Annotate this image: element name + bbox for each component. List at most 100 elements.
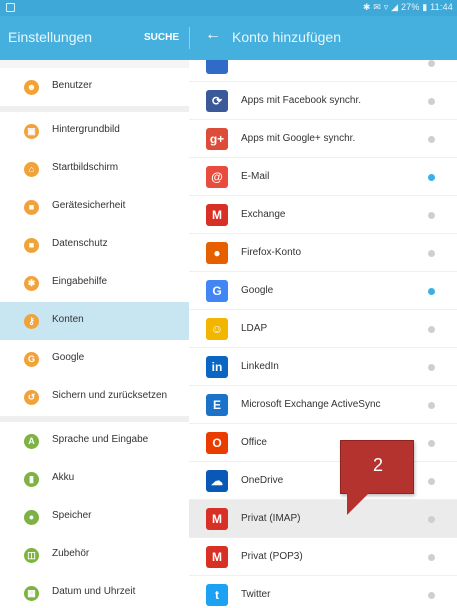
sidebar-item-akku[interactable]: ▮ Akku	[0, 460, 189, 498]
list-item-exchange[interactable]: M Exchange	[189, 196, 457, 234]
cloud-icon: ☁	[206, 470, 228, 492]
list-item-privat-imap[interactable]: M Privat (IMAP)	[189, 500, 457, 538]
sidebar-item-hintergrundbild[interactable]: ▣ Hintergrundbild	[0, 112, 189, 150]
facebook-sync-icon: ⟳	[206, 90, 228, 112]
status-dot	[428, 440, 435, 447]
sidebar-item-label: Datenschutz	[52, 238, 108, 249]
status-dot	[428, 402, 435, 409]
status-bar: ✱ ✉ ▿ ◢ 27% ▮ 11:44	[0, 0, 457, 16]
sidebar-item-speicher[interactable]: ● Speicher	[0, 498, 189, 536]
user-icon: ☻	[24, 80, 39, 95]
list-item-label: Microsoft Exchange ActiveSync	[241, 399, 381, 410]
status-dot	[428, 60, 435, 67]
list-item-googleplus[interactable]: g+ Apps mit Google+ synchr.	[189, 120, 457, 158]
screenshot-icon	[6, 3, 15, 12]
status-dot	[428, 326, 435, 333]
home-icon: ⌂	[24, 162, 39, 177]
battery-icon: ▮	[24, 472, 39, 487]
list-item-activesync[interactable]: E Microsoft Exchange ActiveSync	[189, 386, 457, 424]
google-icon: G	[206, 280, 228, 302]
sidebar-item-label: Zubehör	[52, 548, 90, 559]
lock-icon: ■	[24, 200, 39, 215]
language-icon: A	[24, 434, 39, 449]
detail-title: Konto hinzufügen	[232, 29, 341, 45]
step-number: 2	[372, 455, 383, 475]
twitter-icon: t	[206, 584, 228, 606]
list-item-label: Privat (POP3)	[241, 551, 303, 562]
list-item-linkedin[interactable]: in LinkedIn	[189, 348, 457, 386]
firefox-icon: ●	[206, 242, 228, 264]
gmail-icon: M	[206, 508, 228, 530]
list-item-onedrive[interactable]: ☁ OneDrive	[189, 462, 457, 500]
sidebar-item-google[interactable]: G Google	[0, 340, 189, 378]
googleplus-icon: g+	[206, 128, 228, 150]
status-dot	[428, 212, 435, 219]
sidebar-item-sichern[interactable]: ↺ Sichern und zurücksetzen	[0, 378, 189, 416]
exchange-activesync-icon: E	[206, 394, 228, 416]
sidebar-item-zubehor[interactable]: ◫ Zubehör	[0, 536, 189, 574]
sidebar-item-sprache[interactable]: A Sprache und Eingabe	[0, 422, 189, 460]
app-bar: Einstellungen SUCHE ← Konto hinzufügen	[0, 16, 457, 60]
accessibility-icon: ✱	[24, 276, 39, 291]
storage-icon: ●	[24, 510, 39, 525]
gmail-icon: M	[206, 546, 228, 568]
settings-list: ☻ Benutzer ▣ Hintergrundbild ⌂ Startbild…	[0, 60, 189, 608]
status-indicators: ✱ ✉ ▿ ◢ 27% ▮ 11:44	[362, 2, 453, 12]
status-dot	[428, 250, 435, 257]
list-item-privat-pop3[interactable]: M Privat (POP3)	[189, 538, 457, 576]
list-item-label: Google	[241, 285, 274, 296]
list-item-label: Privat (IMAP)	[241, 513, 301, 524]
sidebar-item-startbildschirm[interactable]: ⌂ Startbildschirm	[0, 150, 189, 188]
status-dot	[428, 516, 435, 523]
callout-pointer	[347, 493, 369, 515]
sidebar-item-geratesicherheit[interactable]: ■ Gerätesicherheit	[0, 188, 189, 226]
key-icon: ⚷	[24, 314, 39, 329]
list-item-firefox[interactable]: ● Firefox-Konto	[189, 234, 457, 272]
list-item-label: Twitter	[241, 589, 271, 600]
status-dot	[428, 592, 435, 599]
sidebar-item-datenschutz[interactable]: ■ Datenschutz	[0, 226, 189, 264]
list-item-google[interactable]: G Google	[189, 272, 457, 310]
sidebar-item-label: Google	[52, 352, 85, 363]
sidebar-item-konten[interactable]: ⚷ Konten	[0, 302, 189, 340]
sidebar-item-label: Eingabehilfe	[52, 276, 108, 287]
list-item-label: LinkedIn	[241, 361, 279, 372]
sidebar-item-datum[interactable]: ▦ Datum und Uhrzeit	[0, 574, 189, 608]
gmail-icon: M	[206, 204, 228, 226]
sidebar-item-label: Sichern und zurücksetzen	[52, 390, 168, 401]
samsung-icon	[206, 60, 228, 74]
list-item-office[interactable]: O Office	[189, 424, 457, 462]
list-item-facebook[interactable]: ⟳ Apps mit Facebook synchr.	[189, 82, 457, 120]
accessories-icon: ◫	[24, 548, 39, 563]
list-item-label: LDAP	[241, 323, 268, 334]
sidebar-item-label: Benutzer	[52, 80, 93, 91]
list-item-twitter[interactable]: t Twitter	[189, 576, 457, 608]
privacy-icon: ■	[24, 238, 39, 253]
sidebar-item-label: Akku	[52, 472, 75, 483]
status-dot	[428, 364, 435, 371]
office-icon: O	[206, 432, 228, 454]
sidebar-item-label: Gerätesicherheit	[52, 200, 126, 211]
sidebar-item-label: Hintergrundbild	[52, 124, 120, 135]
wallpaper-icon: ▣	[24, 124, 39, 139]
status-dot	[428, 554, 435, 561]
list-item-partial[interactable]	[189, 60, 457, 82]
back-arrow-icon[interactable]: ←	[205, 26, 221, 44]
sidebar-item-label: Speicher	[52, 510, 92, 521]
list-item-label: E-Mail	[241, 171, 270, 182]
status-dot	[428, 136, 435, 143]
search-button[interactable]: SUCHE	[144, 32, 179, 43]
account-type-list: ⟳ Apps mit Facebook synchr. g+ Apps mit …	[189, 60, 457, 608]
sidebar-item-benutzer[interactable]: ☻ Benutzer	[0, 68, 189, 106]
sidebar-item-label: Datum und Uhrzeit	[52, 586, 136, 597]
list-item-ldap[interactable]: ☺ LDAP	[189, 310, 457, 348]
sidebar-item-label: Startbildschirm	[52, 162, 119, 173]
status-dot	[428, 478, 435, 485]
google-icon: G	[24, 352, 39, 367]
appbar-divider	[189, 27, 190, 49]
list-item-label: Firefox-Konto	[241, 247, 302, 258]
sidebar-item-label: Sprache und Eingabe	[52, 434, 149, 445]
list-item-label: Office	[241, 437, 267, 448]
list-item-email[interactable]: @ E-Mail	[189, 158, 457, 196]
sidebar-item-eingabehilfe[interactable]: ✱ Eingabehilfe	[0, 264, 189, 302]
